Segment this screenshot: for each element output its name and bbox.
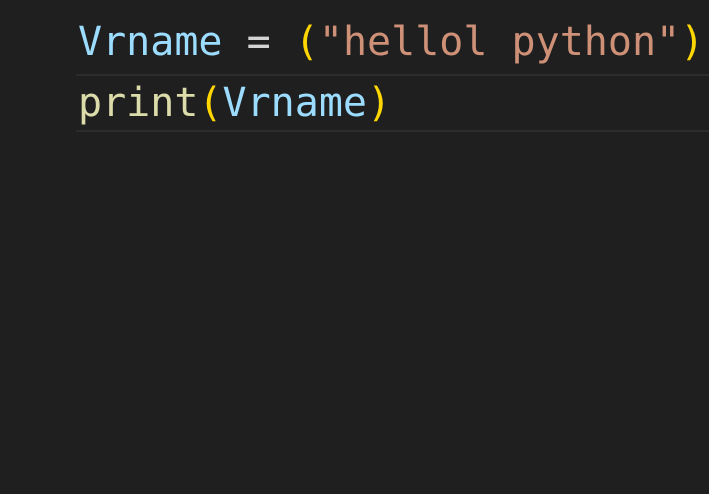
string-literal-token: "hellol python" [318,19,681,65]
close-paren-token: ) [367,80,392,126]
open-paren-token: ( [294,19,319,65]
code-editor[interactable]: Vrname = ("hellol python") print(Vrname) [0,0,709,494]
code-line-1[interactable]: Vrname = ("hellol python") [0,13,709,71]
assign-operator-token: = [246,19,271,65]
close-paren-token: ) [680,19,705,65]
code-line-1-content: Vrname = ("hellol python") [78,13,704,71]
code-line-2-content: print(Vrname) [78,74,391,132]
open-paren-token: ( [198,80,223,126]
variable-token: Vrname [78,19,223,65]
argument-token: Vrname [222,80,368,126]
code-line-2[interactable]: print(Vrname) [0,74,709,132]
function-name-token: print [78,80,199,126]
